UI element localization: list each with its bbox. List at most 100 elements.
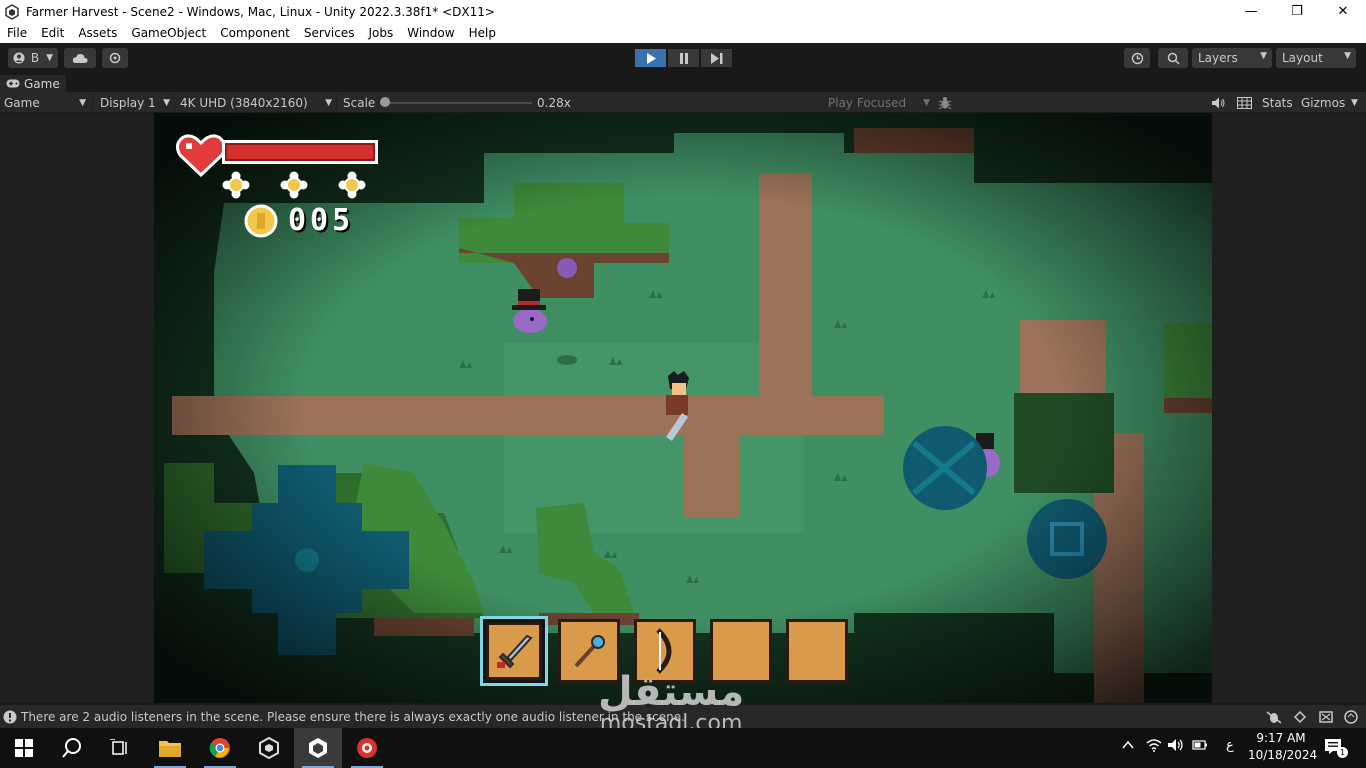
volume-control[interactable] [1168,738,1184,756]
taskbar-recorder[interactable] [343,728,391,768]
screen-recorder-icon [357,738,377,758]
watermark: مستقل mostaql.com [598,672,744,736]
system-clock[interactable]: 9:17 AM 10/18/2024 [1248,730,1317,764]
gamepad-icon [6,79,20,88]
display-dropdown[interactable]: Display 1 ▼ [100,92,172,113]
progress-icon[interactable] [1344,710,1358,724]
menu-file[interactable]: File [0,26,34,40]
graphics-debug-icon[interactable] [1318,710,1334,724]
taskbar-chrome[interactable] [196,728,244,768]
chevron-down-icon: ▼ [1344,51,1351,61]
coin-counter: 005 [244,203,354,238]
divider [92,94,93,111]
chevron-down-icon: ▼ [325,97,332,108]
flower-icon [338,171,366,199]
menu-edit[interactable]: Edit [34,26,71,40]
layout-label: Layout [1282,51,1323,65]
hotbar-slot-empty[interactable] [786,619,848,683]
chevron-up-icon [1122,740,1134,749]
menu-window[interactable]: Window [400,26,461,40]
game-view[interactable]: 005 [154,113,1212,703]
status-message[interactable]: There are 2 audio listeners in the scene… [21,710,685,724]
hotbar-slot-sword[interactable] [480,616,548,686]
action-center-button[interactable]: 1 [1324,738,1348,760]
start-button[interactable] [0,728,48,768]
divider [336,94,337,111]
health-bar [176,133,380,177]
clock-time: 9:17 AM [1256,731,1306,745]
cloud-icon [72,53,88,63]
taskbar-unity-editor[interactable] [294,728,342,768]
coin-count: 005 [288,203,355,238]
layers-dropdown[interactable]: Layers ▼ [1192,48,1272,68]
close-button[interactable]: ✕ [1320,0,1366,23]
menu-jobs[interactable]: Jobs [362,26,401,40]
cache-server-icon[interactable] [1292,710,1308,724]
notification-count-badge: 1 [1337,747,1348,758]
taskbar-file-explorer[interactable] [146,728,194,768]
chevron-down-icon[interactable]: ▼ [1351,92,1358,113]
menu-services[interactable]: Services [297,26,362,40]
bug-icon[interactable] [1266,710,1282,724]
window-titlebar: Farmer Harvest - Scene2 - Windows, Mac, … [0,0,1366,23]
stats-button[interactable]: Stats [1262,92,1293,113]
watermark-arabic: مستقل [598,669,745,715]
tab-game-label: Game [24,76,60,91]
minimize-button[interactable]: — [1228,0,1274,23]
input-language[interactable]: ع [1226,738,1234,753]
menu-bar: File Edit Assets GameObject Component Se… [0,23,1366,43]
layout-dropdown[interactable]: Layout ▼ [1276,48,1356,68]
unity-logo-icon [5,3,19,20]
network-status[interactable] [1146,738,1162,756]
step-forward-icon [710,52,722,64]
unity-hub-icon [259,737,279,759]
chrome-icon [209,738,230,758]
play-button[interactable] [635,49,666,67]
divider [174,94,175,111]
show-hidden-icons[interactable] [1122,738,1134,754]
mute-audio-toggle[interactable] [1212,92,1228,113]
scale-label: Scale [343,95,376,110]
info-icon [3,710,17,723]
chevron-down-icon: ▼ [923,97,930,108]
game-mode-dropdown[interactable]: Game ▼ [4,92,90,113]
bug-toggle[interactable] [938,92,956,113]
search-icon [1167,52,1180,65]
search-button[interactable] [1158,48,1188,68]
coin-icon [244,204,278,237]
history-icon [1131,52,1143,64]
collab-button[interactable] [102,48,128,68]
play-focused-dropdown[interactable]: Play Focused ▼ [828,92,932,113]
health-bar-fill [225,143,375,161]
speaker-icon [1212,97,1225,108]
scale-slider[interactable] [380,92,532,113]
account-label: B [30,51,40,65]
sword-icon [497,634,533,669]
taskbar-unity-hub[interactable] [245,728,293,768]
menu-assets[interactable]: Assets [71,26,124,40]
axe-icon [574,635,605,668]
task-view-button[interactable] [96,728,144,768]
unity-logo-icon [309,738,327,758]
menu-help[interactable]: Help [462,26,503,40]
slider-track [384,102,532,104]
folder-icon [159,741,181,757]
gizmos-button[interactable]: Gizmos [1301,92,1345,113]
chevron-down-icon: ▼ [163,97,170,108]
step-button[interactable] [701,49,732,67]
slider-handle[interactable] [380,97,390,107]
menu-component[interactable]: Component [213,26,297,40]
resolution-dropdown[interactable]: 4K UHD (3840x2160) ▼ [180,92,334,113]
account-dropdown[interactable]: B ▼ [8,48,58,68]
scale-value: 0.28x [537,95,571,110]
pause-button[interactable] [668,49,699,67]
menu-gameobject[interactable]: GameObject [124,26,213,40]
tab-game[interactable]: Game [0,75,66,92]
task-view-icon [110,739,127,755]
grid-toggle[interactable] [1237,92,1255,113]
undo-history-button[interactable] [1124,48,1150,68]
taskbar-search-button[interactable] [48,728,96,768]
cloud-button[interactable] [64,48,96,68]
maximize-button[interactable]: ❐ [1274,0,1320,23]
battery-status[interactable] [1192,738,1208,756]
